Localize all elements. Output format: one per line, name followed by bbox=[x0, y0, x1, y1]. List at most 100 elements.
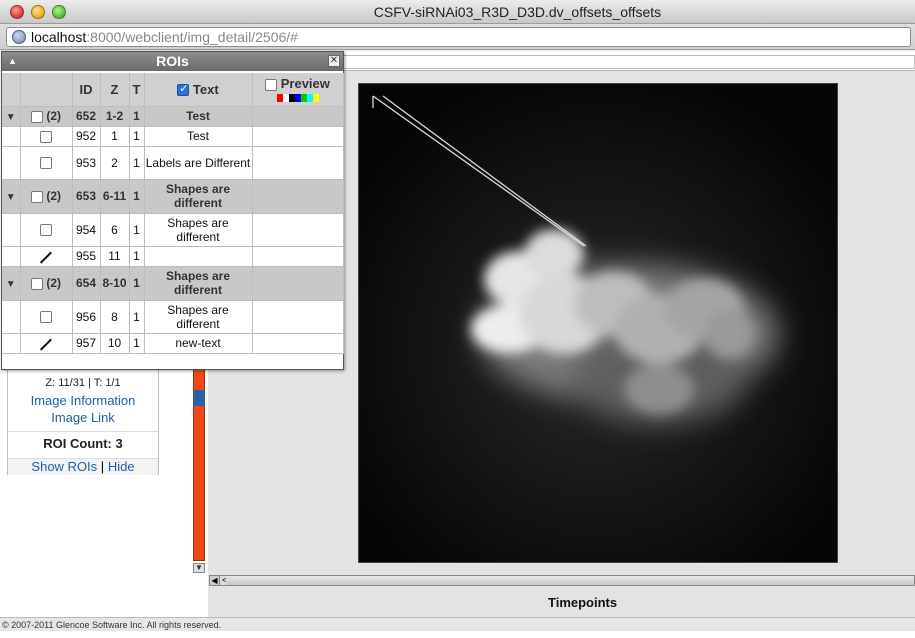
roi-shape-checkbox[interactable] bbox=[40, 224, 52, 237]
expand-triangle-icon[interactable]: ▼ bbox=[6, 192, 16, 203]
roi-cell-t: 1 bbox=[129, 266, 145, 301]
roi-cell-z: 11 bbox=[100, 246, 130, 267]
z-slider-thumb[interactable] bbox=[193, 390, 205, 406]
roi-shape-row[interactable]: 957 10 1 new-text bbox=[2, 333, 344, 354]
footer-copyright: © 2007-2011 Glencoe Software Inc. All ri… bbox=[0, 617, 915, 631]
roi-shape-row[interactable]: 952 1 1 Test bbox=[2, 126, 344, 147]
viewer-toolbar bbox=[340, 55, 915, 69]
expand-triangle-icon[interactable]: ▼ bbox=[6, 112, 16, 123]
roi-cell-text: Test bbox=[144, 126, 253, 147]
microscopy-image-render bbox=[359, 84, 837, 562]
line-shape-icon[interactable] bbox=[40, 251, 52, 263]
roi-cell-preview bbox=[252, 179, 344, 214]
address-bar: localhost:8000/webclient/img_detail/2506… bbox=[0, 24, 915, 50]
roi-cell-id: 653 bbox=[72, 179, 101, 214]
roi-shape-checkbox[interactable] bbox=[40, 157, 52, 170]
roi-cell-id: 955 bbox=[72, 246, 101, 267]
roi-cell-text: Shapes are different bbox=[144, 266, 253, 301]
url-host: localhost bbox=[31, 29, 87, 45]
roi-cell-t: 1 bbox=[129, 126, 145, 147]
col-text[interactable]: Text bbox=[144, 73, 253, 107]
roi-cell-text: new-text bbox=[144, 333, 253, 354]
roi-panel-title: ROIs bbox=[156, 53, 189, 69]
globe-icon bbox=[12, 30, 26, 44]
roi-shape-row[interactable]: 954 6 1 Shapes are different bbox=[2, 213, 344, 247]
roi-cell-t: 1 bbox=[129, 213, 145, 247]
roi-cell-id: 952 bbox=[72, 126, 101, 147]
roi-cell-id: 953 bbox=[72, 146, 101, 180]
collapse-icon[interactable]: ▲ bbox=[8, 52, 17, 71]
hide-rois-link[interactable]: Hide bbox=[108, 459, 135, 474]
roi-cell-text: Labels are Different bbox=[144, 146, 253, 180]
text-toggle-checkbox[interactable] bbox=[177, 82, 190, 97]
close-icon[interactable]: ✕ bbox=[328, 55, 340, 67]
t-prev-button[interactable]: ◀ bbox=[210, 576, 220, 585]
roi-cell-preview bbox=[252, 333, 344, 354]
roi-shape-row[interactable]: 953 2 1 Labels are Different bbox=[2, 146, 344, 180]
roi-group-checkbox[interactable] bbox=[30, 110, 43, 123]
roi-shape-count: (2) bbox=[46, 276, 61, 290]
roi-cell-preview bbox=[252, 146, 344, 180]
roi-cell-z: 8 bbox=[100, 300, 130, 334]
roi-group-row[interactable]: ▼ (2) 654 8-10 1 Shapes are different bbox=[2, 266, 344, 301]
roi-cell-preview bbox=[252, 246, 344, 267]
roi-shape-checkbox[interactable] bbox=[40, 130, 52, 143]
color-swatch[interactable] bbox=[312, 94, 319, 103]
image-link[interactable]: Image Link bbox=[8, 410, 158, 425]
roi-group-checkbox[interactable] bbox=[30, 277, 43, 290]
roi-shape-count: (2) bbox=[46, 189, 61, 203]
z-slider-bottom-button[interactable]: ▼ bbox=[193, 563, 205, 573]
roi-cell-id: 956 bbox=[72, 300, 101, 334]
image-information-link[interactable]: Image Information bbox=[8, 393, 158, 408]
roi-cell-z: 1 bbox=[100, 126, 130, 147]
roi-cell-z: 10 bbox=[100, 333, 130, 354]
roi-cell-preview bbox=[252, 300, 344, 334]
roi-cell-z: 6-11 bbox=[100, 179, 130, 214]
roi-count: ROI Count: 3 bbox=[8, 431, 158, 451]
roi-cell-text: Shapes are different bbox=[144, 300, 253, 334]
window-title: CSFV-siRNAi03_R3D_D3D.dv_offsets_offsets bbox=[373, 4, 662, 20]
roi-group-row[interactable]: ▼ (2) 652 1-2 1 Test bbox=[2, 106, 344, 127]
roi-cell-preview bbox=[252, 126, 344, 147]
roi-cell-text: Shapes are different bbox=[144, 179, 253, 214]
timepoints-label: Timepoints bbox=[548, 595, 618, 610]
col-text-label: Text bbox=[192, 81, 219, 97]
roi-cell-z: 6 bbox=[100, 213, 130, 247]
roi-shape-row[interactable]: 955 11 1 bbox=[2, 246, 344, 267]
line-shape-icon[interactable] bbox=[40, 338, 52, 350]
roi-shape-checkbox[interactable] bbox=[40, 311, 52, 324]
t-slider[interactable]: ◀ < bbox=[209, 575, 915, 586]
roi-cell-preview bbox=[252, 106, 344, 127]
roi-cell-text bbox=[144, 246, 253, 267]
roi-cell-text: Shapes are different bbox=[144, 213, 253, 247]
roi-cell-id: 652 bbox=[72, 106, 101, 127]
t-slider-track[interactable] bbox=[226, 576, 914, 585]
col-preview[interactable]: Preview bbox=[252, 73, 344, 107]
roi-shape-count: (2) bbox=[46, 109, 61, 123]
roi-cell-t: 1 bbox=[129, 146, 145, 180]
z-t-readout: Z: 11/31 | T: 1/1 bbox=[45, 377, 121, 389]
image-info-panel: Z: 11/31 | T: 1/1 Image Information Imag… bbox=[7, 369, 159, 475]
show-rois-link[interactable]: Show ROIs bbox=[31, 459, 97, 474]
preview-color-swatches[interactable] bbox=[253, 94, 343, 103]
roi-cell-id: 954 bbox=[72, 213, 101, 247]
roi-cell-z: 8-10 bbox=[100, 266, 130, 301]
window-titlebar: CSFV-siRNAi03_R3D_D3D.dv_offsets_offsets bbox=[0, 0, 915, 24]
roi-panel-header[interactable]: ▲ ROIs ✕ bbox=[2, 52, 343, 71]
roi-group-row[interactable]: ▼ (2) 653 6-11 1 Shapes are different bbox=[2, 179, 344, 214]
roi-panel[interactable]: ▲ ROIs ✕ ID Z T Text Preview bbox=[1, 51, 344, 370]
roi-cell-t: 1 bbox=[129, 106, 145, 127]
microscopy-image[interactable] bbox=[358, 83, 838, 563]
roi-cell-id: 957 bbox=[72, 333, 101, 354]
roi-cell-t: 1 bbox=[129, 333, 145, 354]
roi-cell-id: 654 bbox=[72, 266, 101, 301]
url-input[interactable]: localhost:8000/webclient/img_detail/2506… bbox=[6, 27, 911, 47]
roi-actions: Show ROIs | Hide bbox=[8, 458, 158, 475]
roi-shape-row[interactable]: 956 8 1 Shapes are different bbox=[2, 300, 344, 334]
preview-checkbox[interactable] bbox=[265, 78, 278, 91]
roi-cell-z: 1-2 bbox=[100, 106, 130, 127]
roi-cell-preview bbox=[252, 266, 344, 301]
expand-triangle-icon[interactable]: ▼ bbox=[6, 279, 16, 290]
roi-group-checkbox[interactable] bbox=[30, 190, 43, 203]
col-preview-label: Preview bbox=[280, 76, 330, 92]
